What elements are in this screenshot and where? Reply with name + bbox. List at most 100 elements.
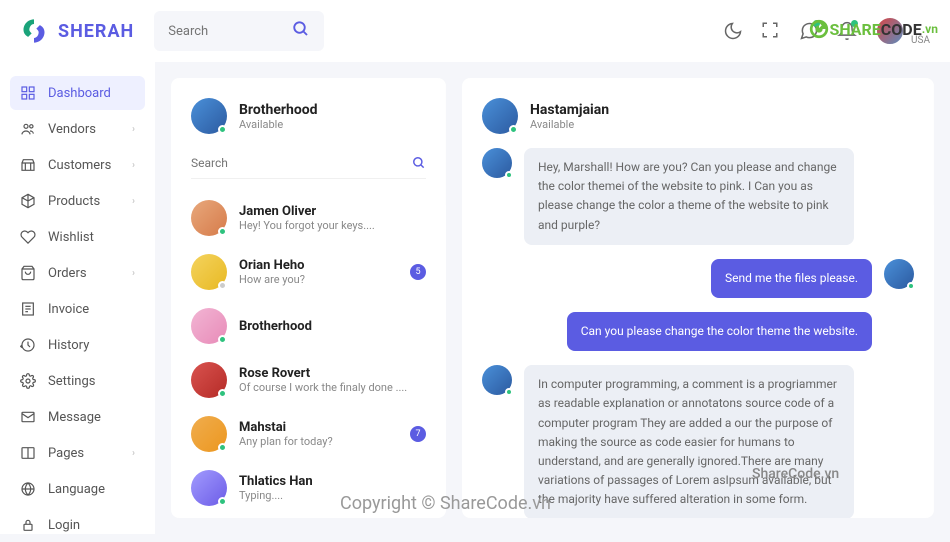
sidebar-item-label: Login [48,518,80,533]
dashboard-icon [20,85,36,101]
sidebar-item-history[interactable]: History [10,328,145,362]
contact-name: Jamen Oliver [239,204,426,219]
sidebar-item-orders[interactable]: Orders › [10,256,145,290]
contacts-search[interactable] [191,148,426,179]
orders-icon [20,265,36,281]
contact-name: Mahstai [239,420,398,435]
message-bubble: Can you please change the color theme th… [567,312,872,351]
contact-item[interactable]: Orian HehoHow are you? 5 [191,245,426,299]
current-user-header: Brotherhood Available [191,98,426,134]
contact-item[interactable]: Jamen OliverHey! You forgot your keys...… [191,191,426,245]
sharecode-logo-icon [808,18,830,40]
contact-avatar [191,200,227,236]
customers-icon [20,157,36,173]
sidebar-item-label: Invoice [48,302,89,317]
sidebar-item-settings[interactable]: Settings [10,364,145,398]
sidebar-item-login[interactable]: Login [10,508,145,542]
language-icon [20,481,36,497]
sidebar-item-pages[interactable]: Pages › [10,436,145,470]
sidebar-item-label: Language [48,482,105,497]
message-row: Hey, Marshall! How are you? Can you plea… [482,148,914,245]
search-icon[interactable] [292,20,310,42]
message-avatar [482,365,512,395]
message-icon [20,409,36,425]
contact-preview: Any plan for today? [239,435,398,448]
dark-mode-icon[interactable] [723,21,743,41]
contact-item[interactable]: MahstaiAny plan for today?7 [191,407,426,461]
heart-icon [20,229,36,245]
global-search-input[interactable] [168,24,268,39]
sidebar-item-label: Dashboard [48,86,111,101]
fullscreen-icon[interactable] [761,21,781,41]
contact-preview: Of course I work the finaly done .... [239,381,426,394]
vendors-icon [20,121,36,137]
contact-item[interactable]: Rose RovertOf course I work the finaly d… [191,353,426,407]
current-user-status: Available [239,118,318,131]
sidebar-item-invoice[interactable]: Invoice [10,292,145,326]
products-icon [20,193,36,209]
sidebar-item-customers[interactable]: Customers › [10,148,145,182]
contact-preview: Hey! You forgot your keys.... [239,219,426,232]
invoice-icon [20,301,36,317]
sidebar-item-label: Orders [48,266,87,281]
contact-item[interactable]: Thlatics HanTyping.... [191,461,426,515]
sidebar-item-label: Settings [48,374,95,389]
contact-item[interactable]: Brotherhood [191,299,426,353]
chat-peer-name: Hastamjaian [530,102,609,118]
contacts-search-input[interactable] [191,156,412,170]
message-row: Send me the files please. [482,259,914,298]
contact-avatar [191,308,227,344]
sidebar-item-products[interactable]: Products › [10,184,145,218]
message-bubble: In computer programming, a comment is a … [524,365,854,518]
sidebar-item-label: Pages [48,446,84,461]
chevron-right-icon: › [132,160,135,171]
contacts-panel: Brotherhood Available Jamen OliverHey! Y… [171,78,446,518]
sharecode-logo: SHARECODE.vn [808,18,939,40]
message-avatar [884,259,914,289]
sidebar-item-label: Vendors [48,122,96,137]
message-row: Can you please change the color theme th… [482,312,914,351]
current-user-avatar[interactable] [191,98,227,134]
chat-peer-avatar[interactable] [482,98,518,134]
sidebar-item-label: History [48,338,89,353]
sidebar-nav: Dashboard Vendors › Customers › Products › Wish… [0,62,155,534]
contact-name: Orian Heho [239,258,398,273]
message-row: In computer programming, a comment is a … [482,365,914,518]
chevron-right-icon: › [132,124,135,135]
contact-avatar [191,362,227,398]
contact-avatar [191,470,227,506]
chat-panel: Hastamjaian Available Hey, Marshall! How… [462,78,934,518]
brand-logo[interactable]: SHERAH [20,17,134,45]
contact-avatar [191,254,227,290]
sidebar-item-label: Customers [48,158,111,173]
sidebar-item-dashboard[interactable]: Dashboard [10,76,145,110]
sidebar-item-vendors[interactable]: Vendors › [10,112,145,146]
global-search[interactable] [154,11,324,51]
settings-icon [20,373,36,389]
sidebar-item-label: Message [48,410,101,425]
contact-preview: How are you? [239,273,398,286]
search-icon[interactable] [412,156,426,170]
brand-name: SHERAH [58,21,134,42]
chevron-right-icon: › [132,196,135,207]
sidebar-item-label: Wishlist [48,230,94,245]
chevron-right-icon: › [132,448,135,459]
message-bubble: Hey, Marshall! How are you? Can you plea… [524,148,854,245]
chat-header: Hastamjaian Available [482,98,914,134]
history-icon [20,337,36,353]
contact-name: Thlatics Han [239,474,426,489]
sidebar-item-message[interactable]: Message [10,400,145,434]
unread-badge: 5 [410,264,426,280]
sidebar-item-language[interactable]: Language [10,472,145,506]
current-user-name: Brotherhood [239,102,318,118]
chevron-right-icon: › [132,268,135,279]
sidebar-item-wishlist[interactable]: Wishlist [10,220,145,254]
contact-avatar [191,416,227,452]
contact-name: Brotherhood [239,319,426,334]
message-avatar [482,148,512,178]
pages-icon [20,445,36,461]
contact-item[interactable]: Atlamtan JhonSent to your all files a ..… [191,515,426,518]
sidebar-item-label: Products [48,194,100,209]
login-icon [20,517,36,533]
contact-preview: Typing.... [239,489,426,502]
